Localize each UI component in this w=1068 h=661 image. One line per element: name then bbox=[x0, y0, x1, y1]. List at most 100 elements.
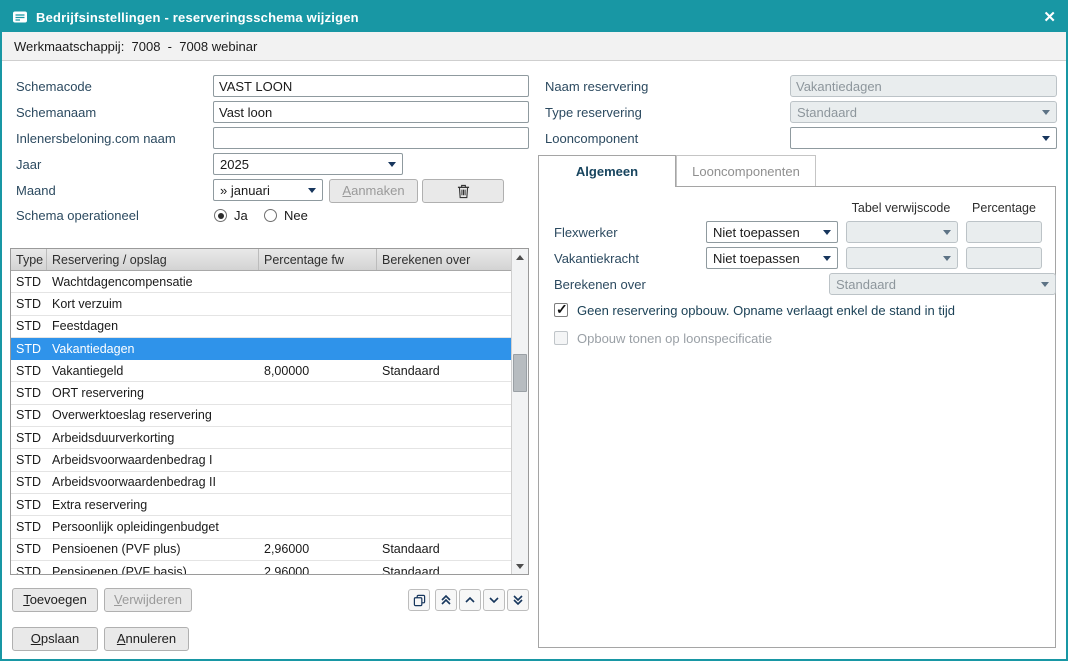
header-type: Type bbox=[11, 249, 47, 270]
geen-reservering-checkbox[interactable] bbox=[554, 303, 568, 317]
cell-pct: 2,96000 bbox=[259, 561, 377, 574]
cell-type: STD bbox=[11, 516, 47, 537]
table-row[interactable]: STDArbeidsvoorwaardenbedrag I bbox=[11, 449, 511, 471]
looncomponent-label: Looncomponent bbox=[545, 131, 638, 146]
table-row[interactable]: STDORT reservering bbox=[11, 382, 511, 404]
type-reservering-value: Standaard bbox=[797, 105, 1038, 120]
table-row[interactable]: STDExtra reservering bbox=[11, 494, 511, 516]
flexwerker-select[interactable]: Niet toepassen bbox=[706, 221, 838, 243]
werkmaatschappij-text: Werkmaatschappij: 7008 - 7008 webinar bbox=[14, 39, 257, 54]
title-bar: Bedrijfsinstellingen - reserveringsschem… bbox=[2, 2, 1066, 32]
table-row[interactable]: STDFeestdagen bbox=[11, 316, 511, 338]
cell-name: Feestdagen bbox=[47, 316, 259, 337]
chevron-up-icon bbox=[464, 594, 476, 606]
cell-name: Wachtdagencompensatie bbox=[47, 271, 259, 292]
operationeel-ja-radio[interactable] bbox=[214, 209, 227, 222]
table-header-row: Type Reservering / opslag Percentage fw … bbox=[11, 249, 511, 271]
cell-over bbox=[377, 427, 511, 448]
cell-type: STD bbox=[11, 561, 47, 574]
cell-name: Vakantiegeld bbox=[47, 360, 259, 381]
table-row[interactable]: STDArbeidsduurverkorting bbox=[11, 427, 511, 449]
cell-pct bbox=[259, 449, 377, 470]
operationeel-nee-label: Nee bbox=[284, 208, 308, 223]
toevoegen-button[interactable]: Toevoegen bbox=[12, 588, 98, 612]
cell-type: STD bbox=[11, 427, 47, 448]
opslaan-button[interactable]: Opslaan bbox=[12, 627, 98, 651]
reservation-table-main: Type Reservering / opslag Percentage fw … bbox=[11, 249, 511, 574]
cell-pct bbox=[259, 271, 377, 292]
header-percentage-fw: Percentage fw bbox=[259, 249, 377, 270]
move-top-button[interactable] bbox=[435, 589, 457, 611]
looncomponent-select[interactable] bbox=[790, 127, 1057, 149]
trash-icon bbox=[457, 184, 470, 199]
table-row[interactable]: STDArbeidsvoorwaardenbedrag II bbox=[11, 472, 511, 494]
table-row[interactable]: STDOverwerktoeslag reservering bbox=[11, 405, 511, 427]
inlenersbeloning-input[interactable] bbox=[213, 127, 529, 149]
opbouw-tonen-checkbox bbox=[554, 331, 568, 345]
dialog-content: Schemacode Schemanaam Inlenersbeloning.c… bbox=[2, 61, 1066, 659]
cell-name: Vakantiedagen bbox=[47, 338, 259, 359]
tab-algemeen[interactable]: Algemeen bbox=[538, 155, 676, 187]
cell-over: Standaard bbox=[377, 561, 511, 574]
verwijderen-button: Verwijderen bbox=[104, 588, 192, 612]
schemacode-input[interactable] bbox=[213, 75, 529, 97]
naam-reservering-label: Naam reservering bbox=[545, 79, 648, 94]
move-bottom-button[interactable] bbox=[507, 589, 529, 611]
schemanaam-input[interactable] bbox=[213, 101, 529, 123]
table-row[interactable]: STDVakantiedagen bbox=[11, 338, 511, 360]
cell-type: STD bbox=[11, 338, 47, 359]
cell-over bbox=[377, 516, 511, 537]
table-scrollbar[interactable] bbox=[511, 249, 528, 574]
jaar-select[interactable]: 2025 bbox=[213, 153, 403, 175]
cell-type: STD bbox=[11, 449, 47, 470]
berekenen-over-value: Standaard bbox=[836, 277, 1037, 292]
cell-over bbox=[377, 449, 511, 470]
schemanaam-label: Schemanaam bbox=[16, 105, 96, 120]
close-icon[interactable]: ✕ bbox=[1043, 10, 1056, 25]
cell-name: Pensioenen (PVF basis) bbox=[47, 561, 259, 574]
maand-label: Maand bbox=[16, 183, 56, 198]
table-row[interactable]: STDPensioenen (PVF plus)2,96000Standaard bbox=[11, 539, 511, 561]
table-row[interactable]: STDWachtdagencompensatie bbox=[11, 271, 511, 293]
move-up-button[interactable] bbox=[459, 589, 481, 611]
table-row[interactable]: STDKort verzuim bbox=[11, 293, 511, 315]
tab-looncomponenten[interactable]: Looncomponenten bbox=[676, 155, 816, 186]
type-reservering-select: Standaard bbox=[790, 101, 1057, 123]
cell-pct bbox=[259, 516, 377, 537]
cell-over bbox=[377, 271, 511, 292]
vakantiekracht-percentage-input bbox=[966, 247, 1042, 269]
table-row[interactable]: STDPensioenen (PVF basis)2,96000Standaar… bbox=[11, 561, 511, 574]
cell-pct: 8,00000 bbox=[259, 360, 377, 381]
copy-row-button[interactable] bbox=[408, 589, 430, 611]
percentage-header: Percentage bbox=[966, 201, 1042, 215]
vakantiekracht-label: Vakantiekracht bbox=[554, 251, 639, 266]
cell-pct bbox=[259, 316, 377, 337]
vakantiekracht-select[interactable]: Niet toepassen bbox=[706, 247, 838, 269]
cell-name: Overwerktoeslag reservering bbox=[47, 405, 259, 426]
tabel-verwijscode-header: Tabel verwijscode bbox=[836, 201, 966, 215]
maand-value: » januari bbox=[220, 183, 304, 198]
scroll-up-icon[interactable] bbox=[512, 249, 528, 265]
cell-pct bbox=[259, 494, 377, 515]
maand-select[interactable]: » januari bbox=[213, 179, 323, 201]
opbouw-tonen-label: Opbouw tonen op loonspecificatie bbox=[577, 331, 772, 346]
scrollbar-thumb[interactable] bbox=[513, 354, 527, 392]
table-row[interactable]: STDVakantiegeld8,00000Standaard bbox=[11, 360, 511, 382]
operationeel-nee-radio[interactable] bbox=[264, 209, 277, 222]
annuleren-button[interactable]: Annuleren bbox=[104, 627, 189, 651]
geen-reservering-label: Geen reservering opbouw. Opname verlaagt… bbox=[577, 303, 955, 318]
double-chevron-up-icon bbox=[440, 594, 452, 606]
cell-pct bbox=[259, 338, 377, 359]
cell-type: STD bbox=[11, 494, 47, 515]
cell-over: Standaard bbox=[377, 360, 511, 381]
cell-over bbox=[377, 316, 511, 337]
cell-name: Arbeidsvoorwaardenbedrag I bbox=[47, 449, 259, 470]
jaar-value: 2025 bbox=[220, 157, 384, 172]
table-row[interactable]: STDPersoonlijk opleidingenbudget bbox=[11, 516, 511, 538]
cell-pct bbox=[259, 427, 377, 448]
cell-over: Standaard bbox=[377, 539, 511, 560]
delete-month-button[interactable] bbox=[422, 179, 504, 203]
move-down-button[interactable] bbox=[483, 589, 505, 611]
scroll-down-icon[interactable] bbox=[512, 558, 528, 574]
cell-over bbox=[377, 293, 511, 314]
